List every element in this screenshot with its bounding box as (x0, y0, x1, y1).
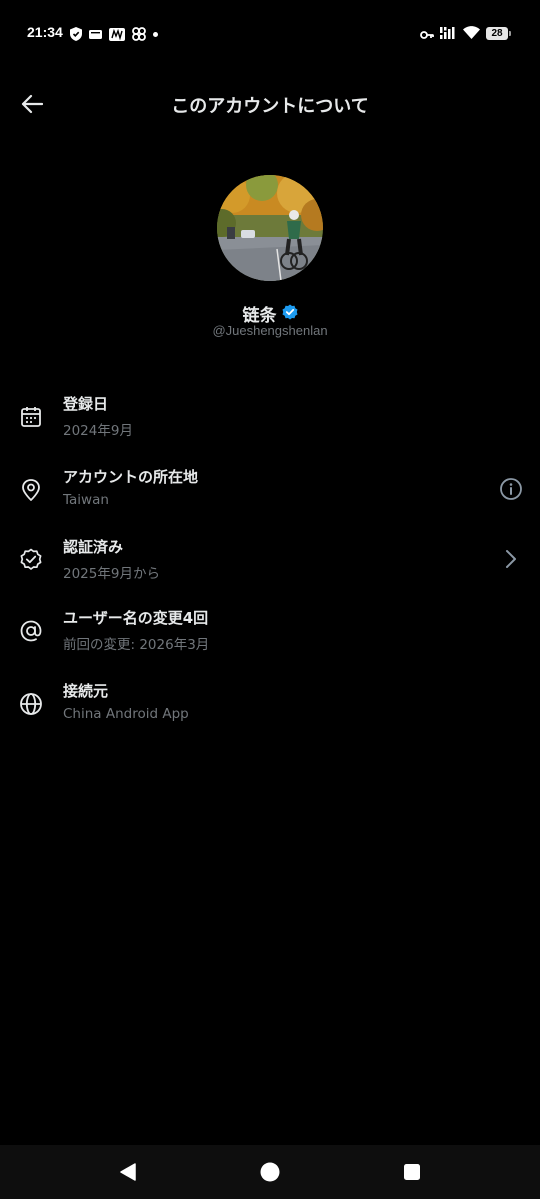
status-bar: 21:34 28 (0, 0, 540, 66)
globe-icon (19, 692, 43, 716)
key-icon (420, 24, 434, 43)
info-row-location: アカウントの所在地 Taiwan (0, 466, 540, 522)
signal-icon (440, 24, 457, 43)
at-sign-icon (19, 619, 43, 643)
row-title: アカウントの所在地 (63, 468, 199, 486)
recents-square-icon[interactable] (400, 1160, 424, 1184)
row-subtitle: 前回の変更: 2026年3月 (63, 637, 210, 653)
row-title: 認証済み (63, 538, 124, 556)
chevron-right-icon[interactable] (498, 546, 524, 572)
row-title: 登録日 (63, 395, 109, 413)
verified-check-icon (282, 304, 298, 324)
top-app-bar: このアカウントについて (0, 80, 540, 128)
row-subtitle: 2025年9月から (63, 566, 160, 582)
pinwheel-icon (132, 27, 146, 41)
row-title: 接続元 (63, 682, 109, 700)
row-subtitle: 2024年9月 (63, 423, 133, 439)
shield-icon (70, 27, 82, 41)
row-subtitle: Taiwan (63, 492, 109, 508)
row-title: ユーザー名の変更4回 (63, 609, 209, 627)
home-circle-icon[interactable] (258, 1160, 282, 1184)
info-row-joined: 登録日 2024年9月 (0, 393, 540, 449)
info-row-verified[interactable]: 認証済み 2025年9月から (0, 536, 540, 592)
location-pin-icon (19, 478, 43, 502)
info-icon (500, 478, 522, 500)
user-handle: @Jueshengshenlan (212, 323, 328, 338)
status-system-icons: 28 (420, 24, 511, 43)
info-row-username-changes: ユーザー名の変更4回 前回の変更: 2026年3月 (0, 607, 540, 663)
mail-icon (89, 29, 102, 40)
page-title: このアカウントについて (171, 96, 369, 117)
battery-icon: 28 (486, 26, 511, 40)
status-notification-icons (70, 26, 158, 42)
status-time: 21:34 (27, 24, 63, 40)
info-row-connected-via: 接続元 China Android App (0, 680, 540, 736)
info-button[interactable] (498, 476, 524, 502)
verified-badge-icon (19, 548, 43, 572)
row-subtitle: China Android App (63, 706, 189, 722)
calendar-icon (19, 405, 43, 429)
dot-icon (153, 31, 158, 37)
back-triangle-icon[interactable] (116, 1160, 140, 1184)
avatar[interactable] (217, 175, 323, 281)
wifi-icon (463, 24, 480, 43)
news-icon (109, 27, 125, 41)
system-nav-bar (0, 1145, 540, 1199)
